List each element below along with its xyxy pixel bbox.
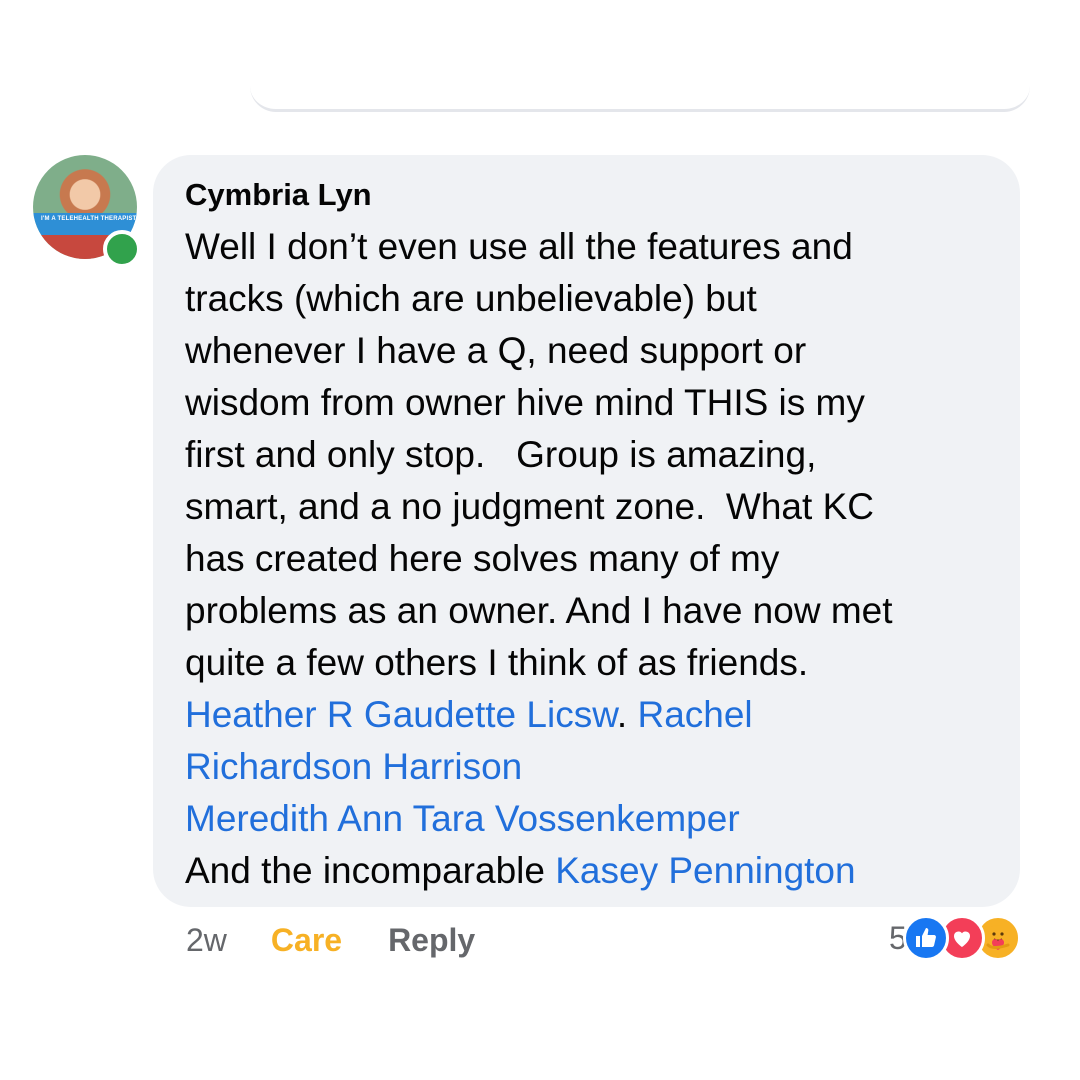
reaction-summary[interactable]: 5 [889, 915, 1021, 961]
comment-bubble: Cymbria Lyn Well I don’t even use all th… [153, 155, 1020, 907]
comment-timestamp[interactable]: 2w [186, 922, 227, 959]
comment-line: tracks (which are unbelievable) but [185, 273, 990, 325]
mention-link[interactable]: Meredith Ann Tara Vossenkemper [185, 798, 740, 839]
comment-line: has created here solves many of my [185, 533, 990, 585]
care-reaction-button[interactable]: Care [271, 922, 342, 959]
comment-text-segment: . [616, 694, 638, 735]
like-icon [902, 915, 949, 961]
comment-text-segment: has created here solves many of my [185, 538, 780, 579]
mention-link[interactable]: Richardson Harrison [185, 746, 522, 787]
comment-text-segment: whenever I have a Q, need support or [185, 330, 807, 371]
comment-line: smart, and a no judgment zone. What KC [185, 481, 990, 533]
mention-link[interactable]: Rachel [637, 694, 752, 735]
comment-text-segment: Well I don’t even use all the features a… [185, 226, 853, 267]
mention-link[interactable]: Kasey Pennington [555, 850, 855, 891]
comment-text-segment: problems as an owner. And I have now met [185, 590, 893, 631]
comment-line: And the incomparable Kasey Pennington [185, 845, 990, 897]
comment-text-segment: smart, and a no judgment zone. What KC [185, 486, 874, 527]
comment-line: quite a few others I think of as friends… [185, 637, 990, 689]
reply-button[interactable]: Reply [388, 922, 475, 959]
comment-line: Well I don’t even use all the features a… [185, 221, 990, 273]
comment-line: wisdom from owner hive mind THIS is my [185, 377, 990, 429]
comment-line: Meredith Ann Tara Vossenkemper [185, 793, 990, 845]
comment-text: Well I don’t even use all the features a… [185, 221, 990, 897]
comment-text-segment: tracks (which are unbelievable) but [185, 278, 757, 319]
comment-line: problems as an owner. And I have now met [185, 585, 990, 637]
comment-text-segment: wisdom from owner hive mind THIS is my [185, 382, 865, 423]
comment-line: Heather R Gaudette Licsw. Rachel [185, 689, 990, 741]
previous-comment-bubble-edge [250, 60, 1030, 112]
comment-line: whenever I have a Q, need support or [185, 325, 990, 377]
comment-line: first and only stop. Group is amazing, [185, 429, 990, 481]
comment-text-segment: quite a few others I think of as friends… [185, 642, 809, 683]
comment-actions: 2w Care Reply [186, 918, 475, 962]
comment-line: Richardson Harrison [185, 741, 990, 793]
comment-author[interactable]: Cymbria Lyn [185, 177, 990, 213]
avatar-banner-text: I'M A TELEHEALTH THERAPIST [41, 216, 137, 222]
mention-link[interactable]: Heather R Gaudette Licsw [185, 694, 617, 735]
comment-text-segment: first and only stop. Group is amazing, [185, 434, 817, 475]
comment-text-segment: And the incomparable [185, 850, 556, 891]
online-status-dot [103, 230, 141, 268]
